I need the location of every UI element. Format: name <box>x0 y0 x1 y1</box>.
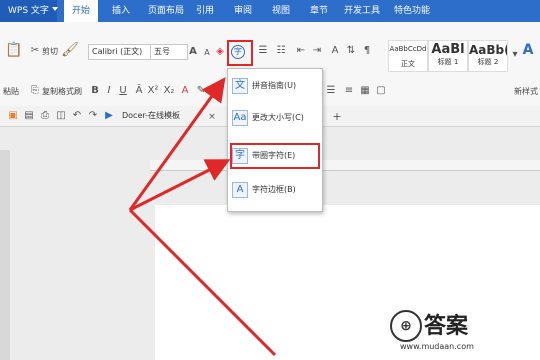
watermark-url: www.mudaan.com <box>400 342 474 351</box>
watermark: ⊕ 答案 www.mudaan.com <box>388 310 538 355</box>
arrow-to-enclosed-char-item <box>129 159 231 212</box>
arrow-to-dropdown-button <box>128 77 226 211</box>
annotation-arrows <box>128 77 277 357</box>
watermark-logo-icon: ⊕ <box>390 310 422 342</box>
arrow-to-bottom <box>128 208 277 357</box>
watermark-text: 答案 <box>424 314 469 339</box>
